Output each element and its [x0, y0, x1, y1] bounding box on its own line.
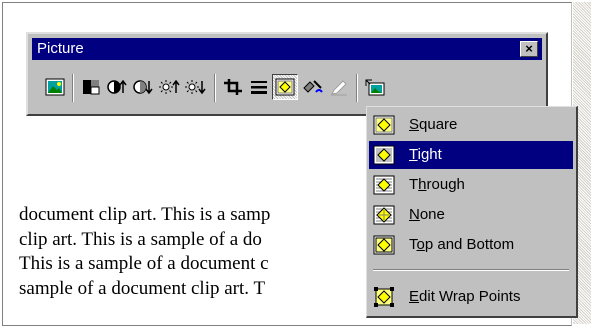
document-line: document clip art. This is a samp — [19, 204, 271, 225]
toolbar-separator — [214, 74, 216, 102]
reset-picture-button[interactable] — [362, 74, 388, 100]
crop-icon — [224, 79, 242, 95]
menu-item-label: None — [409, 206, 445, 223]
text-wrapping-menu: Square Tight Through None Top and Bottom… — [366, 106, 578, 318]
insert-picture-button[interactable] — [42, 74, 68, 100]
text-wrapping-button[interactable] — [272, 74, 298, 100]
image-control-icon — [83, 80, 100, 95]
document-line: clip art. This is a sample of a do — [19, 228, 262, 250]
toolbar-separator — [72, 74, 74, 102]
wrap-square-icon — [373, 115, 395, 135]
more-contrast-icon — [107, 79, 127, 94]
wrap-through-icon — [373, 175, 395, 195]
wrap-none-icon — [373, 205, 395, 225]
format-picture-icon — [303, 80, 323, 93]
close-button[interactable]: × — [520, 41, 538, 57]
menu-item-label: Edit Wrap Points — [409, 288, 521, 305]
more-contrast-button[interactable] — [104, 74, 130, 100]
line-style-button[interactable] — [246, 74, 272, 100]
menu-item-edit-wrap-points[interactable]: Edit Wrap Points — [369, 283, 573, 311]
image-control-button[interactable] — [78, 74, 104, 100]
crop-button[interactable] — [220, 74, 246, 100]
text-wrapping-icon — [275, 78, 295, 96]
menu-item-tight[interactable]: Tight — [369, 141, 573, 169]
line-style-icon — [251, 81, 267, 94]
reset-picture-icon — [365, 79, 385, 96]
menu-item-label: Tight — [409, 146, 442, 163]
menu-item-label: Through — [409, 176, 465, 193]
insert-picture-icon — [45, 78, 65, 96]
wrap-tight-icon — [373, 145, 395, 165]
more-brightness-button[interactable] — [156, 74, 182, 100]
wrap-top-bottom-icon — [373, 235, 395, 255]
menu-item-label: Square — [409, 116, 458, 133]
less-brightness-icon — [185, 80, 206, 95]
document-line: This is a sample of a document c — [19, 253, 269, 274]
format-picture-button[interactable] — [300, 74, 326, 100]
less-brightness-button[interactable] — [182, 74, 208, 100]
toolbar-separator — [356, 74, 358, 102]
edit-wrap-points-icon — [374, 287, 394, 307]
menu-item-through[interactable]: Through — [369, 171, 573, 199]
document-line: sample of a document clip art. T — [19, 277, 266, 299]
document-text: document clip art. This is a samp clip a… — [19, 203, 270, 301]
picture-toolbar: Picture × — [26, 32, 548, 116]
toolbar-buttons — [32, 66, 542, 106]
set-transparent-color-icon — [331, 80, 347, 96]
less-contrast-icon — [133, 80, 153, 95]
menu-item-top-and-bottom[interactable]: Top and Bottom — [369, 231, 573, 259]
less-contrast-button[interactable] — [130, 74, 156, 100]
more-brightness-icon — [159, 79, 180, 94]
toolbar-title: Picture — [37, 40, 84, 57]
menu-separator — [373, 269, 569, 271]
menu-item-label: Top and Bottom — [409, 236, 515, 253]
close-icon: × — [525, 41, 533, 56]
toolbar-titlebar[interactable]: Picture × — [32, 38, 542, 60]
set-transparent-color-button[interactable] — [326, 74, 352, 100]
menu-item-none[interactable]: None — [369, 201, 573, 229]
menu-item-square[interactable]: Square — [369, 111, 573, 139]
